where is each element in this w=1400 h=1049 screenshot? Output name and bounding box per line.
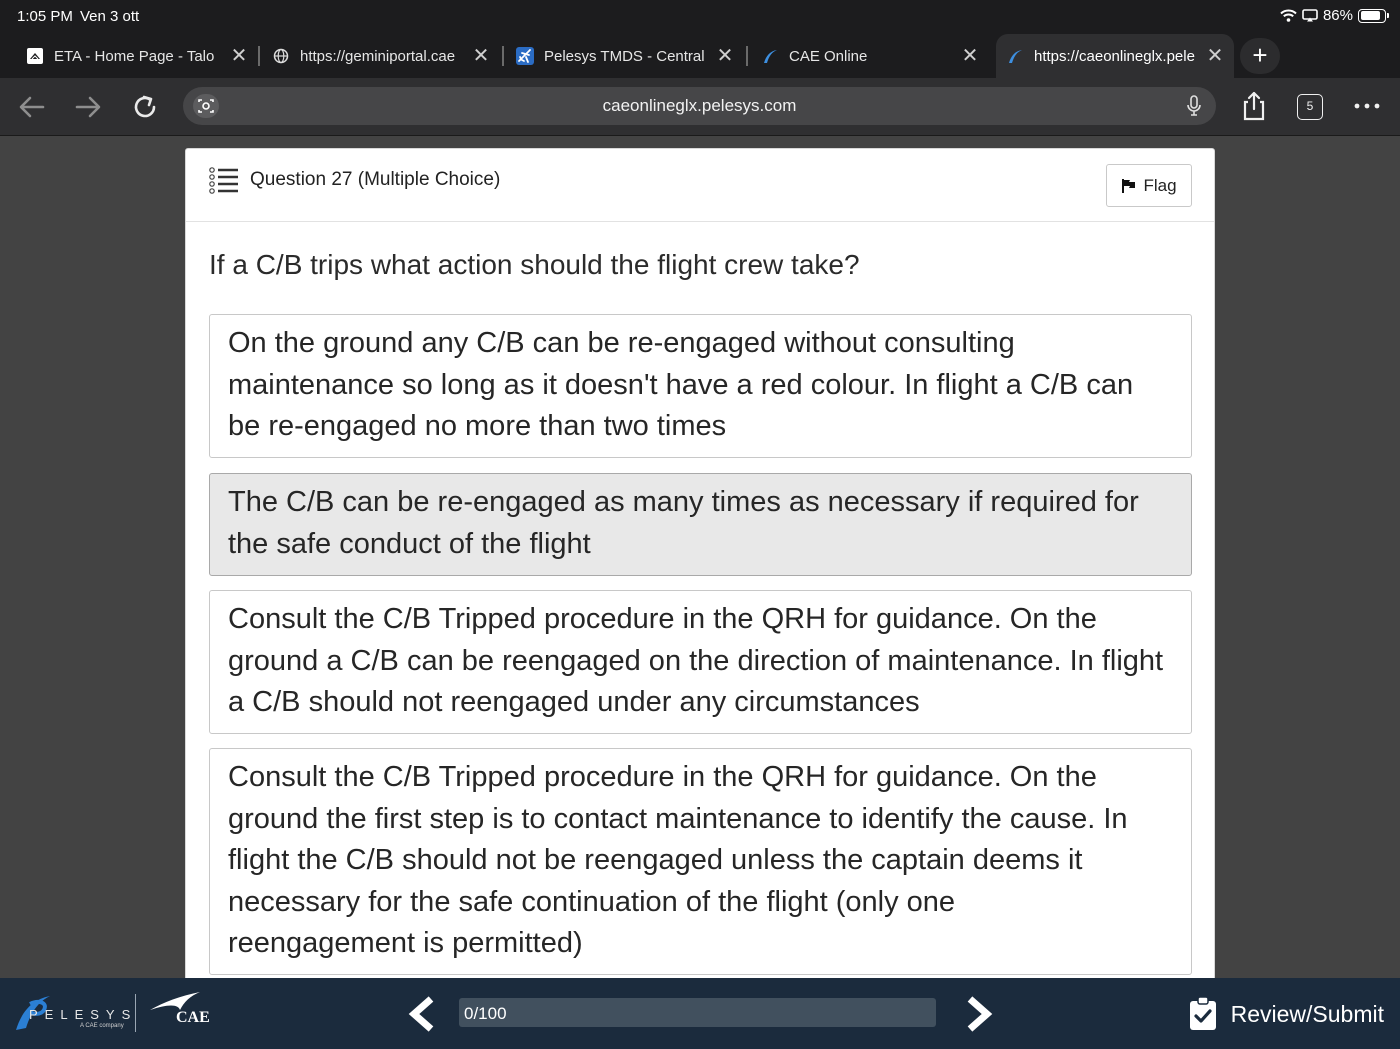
- flag-icon: [1122, 178, 1136, 193]
- cae-wordmark: CAE: [176, 1009, 210, 1026]
- cae-logo: CAE: [150, 992, 212, 1032]
- flag-label: Flag: [1143, 175, 1177, 195]
- close-icon[interactable]: ✕: [472, 46, 490, 66]
- review-submit-button[interactable]: Review/Submit: [1189, 996, 1384, 1032]
- plane-icon: [516, 47, 534, 65]
- close-icon[interactable]: ✕: [1206, 46, 1224, 66]
- question-text: If a C/B trips what action should the fl…: [209, 249, 860, 280]
- status-indicators: 86%: [1280, 7, 1389, 24]
- pelesys-icon: [761, 47, 779, 65]
- answer-option-b[interactable]: The C/B can be re-engaged as many times …: [209, 473, 1192, 576]
- arrow-left-icon: [19, 96, 45, 118]
- battery-percent: 86%: [1322, 7, 1353, 24]
- chevron-right-icon: [967, 996, 993, 1032]
- reload-icon: [134, 95, 156, 118]
- forward-button[interactable]: [73, 92, 103, 122]
- screen-mirroring-icon: [1302, 9, 1318, 22]
- answer-option-d[interactable]: Consult the C/B Tripped procedure in the…: [209, 748, 1192, 975]
- answer-option-a[interactable]: On the ground any C/B can be re-engaged …: [209, 314, 1192, 458]
- browser-toolbar: caeonlineglx.pelesys.com 5: [0, 78, 1400, 136]
- question-title: Question 27 (Multiple Choice): [250, 169, 501, 190]
- home-icon: [26, 47, 44, 65]
- url-text: caeonlineglx.pelesys.com: [602, 96, 797, 115]
- tab-label: https://caeonlineglx.pele: [1034, 47, 1195, 65]
- wifi-icon: [1280, 9, 1297, 22]
- review-submit-label: Review/Submit: [1230, 1000, 1384, 1027]
- progress-text: 0/100: [464, 1004, 507, 1023]
- share-button[interactable]: [1239, 90, 1269, 121]
- next-question-button[interactable]: [962, 996, 996, 1032]
- clipboard-check-icon: [1189, 997, 1216, 1030]
- arrow-right-icon: [75, 96, 101, 118]
- tab-caeonlineglx-active[interactable]: https://caeonlineglx.pele ✕: [996, 34, 1234, 78]
- tab-bar: ETA - Home Page - Talon ✕ https://gemini…: [0, 34, 1400, 78]
- tab-cae-online[interactable]: CAE Online ✕: [761, 34, 979, 78]
- status-bar: 1:05 PM Ven 3 ott 86%: [0, 0, 1400, 34]
- back-button[interactable]: [17, 92, 47, 122]
- tab-pelesys-tmds[interactable]: Pelesys TMDS - Central ✕: [516, 34, 734, 78]
- pelesys-icon: [1006, 47, 1024, 65]
- exam-footer: PELESYS A CAE company CAE 0/100 Review/S…: [0, 978, 1400, 1049]
- status-time: 1:05 PM: [17, 8, 73, 25]
- tab-geminiportal[interactable]: https://geminiportal.cae ✕: [272, 34, 490, 78]
- tab-label: https://geminiportal.cae: [300, 47, 456, 65]
- more-dots-icon: [1354, 103, 1380, 109]
- globe-icon: [272, 47, 290, 65]
- microphone-icon[interactable]: [1186, 95, 1202, 122]
- new-tab-button[interactable]: +: [1240, 38, 1280, 74]
- battery-icon: [1358, 8, 1389, 23]
- tab-label: Pelesys TMDS - Central: [544, 47, 705, 65]
- address-bar[interactable]: caeonlineglx.pelesys.com: [183, 87, 1216, 125]
- flag-button[interactable]: Flag: [1106, 164, 1192, 207]
- close-icon[interactable]: ✕: [716, 46, 734, 66]
- close-icon[interactable]: ✕: [961, 46, 979, 66]
- pelesys-wordmark: PELESYS: [29, 1007, 138, 1022]
- plus-icon: +: [1252, 40, 1268, 70]
- tab-divider: [258, 46, 260, 66]
- tab-divider: [502, 46, 504, 66]
- share-icon: [1243, 91, 1265, 121]
- answer-option-c[interactable]: Consult the C/B Tripped procedure in the…: [209, 590, 1192, 734]
- previous-question-button[interactable]: [405, 996, 439, 1032]
- question-header: Question 27 (Multiple Choice) Flag: [186, 149, 1214, 222]
- pelesys-tagline: A CAE company: [80, 1023, 124, 1029]
- question-list-icon[interactable]: [208, 167, 238, 200]
- chevron-left-icon: [408, 996, 434, 1032]
- tab-eta-home[interactable]: ETA - Home Page - Talon ✕: [26, 34, 248, 78]
- question-card: Question 27 (Multiple Choice) Flag If a …: [185, 148, 1215, 988]
- tab-divider: [746, 46, 748, 66]
- pelesys-logo: PELESYS A CAE company: [14, 994, 130, 1034]
- more-menu-button[interactable]: [1352, 90, 1382, 120]
- reload-button[interactable]: [130, 92, 160, 122]
- tab-label: CAE Online: [789, 47, 868, 65]
- logo-divider: [135, 994, 136, 1032]
- tab-label: ETA - Home Page - Talon: [54, 47, 214, 65]
- exam-progress-bar: 0/100: [459, 998, 936, 1027]
- close-icon[interactable]: ✕: [230, 46, 248, 66]
- status-date: Ven 3 ott: [80, 8, 140, 25]
- tab-count: 5: [1306, 99, 1314, 113]
- tab-overview-button[interactable]: 5: [1297, 94, 1323, 120]
